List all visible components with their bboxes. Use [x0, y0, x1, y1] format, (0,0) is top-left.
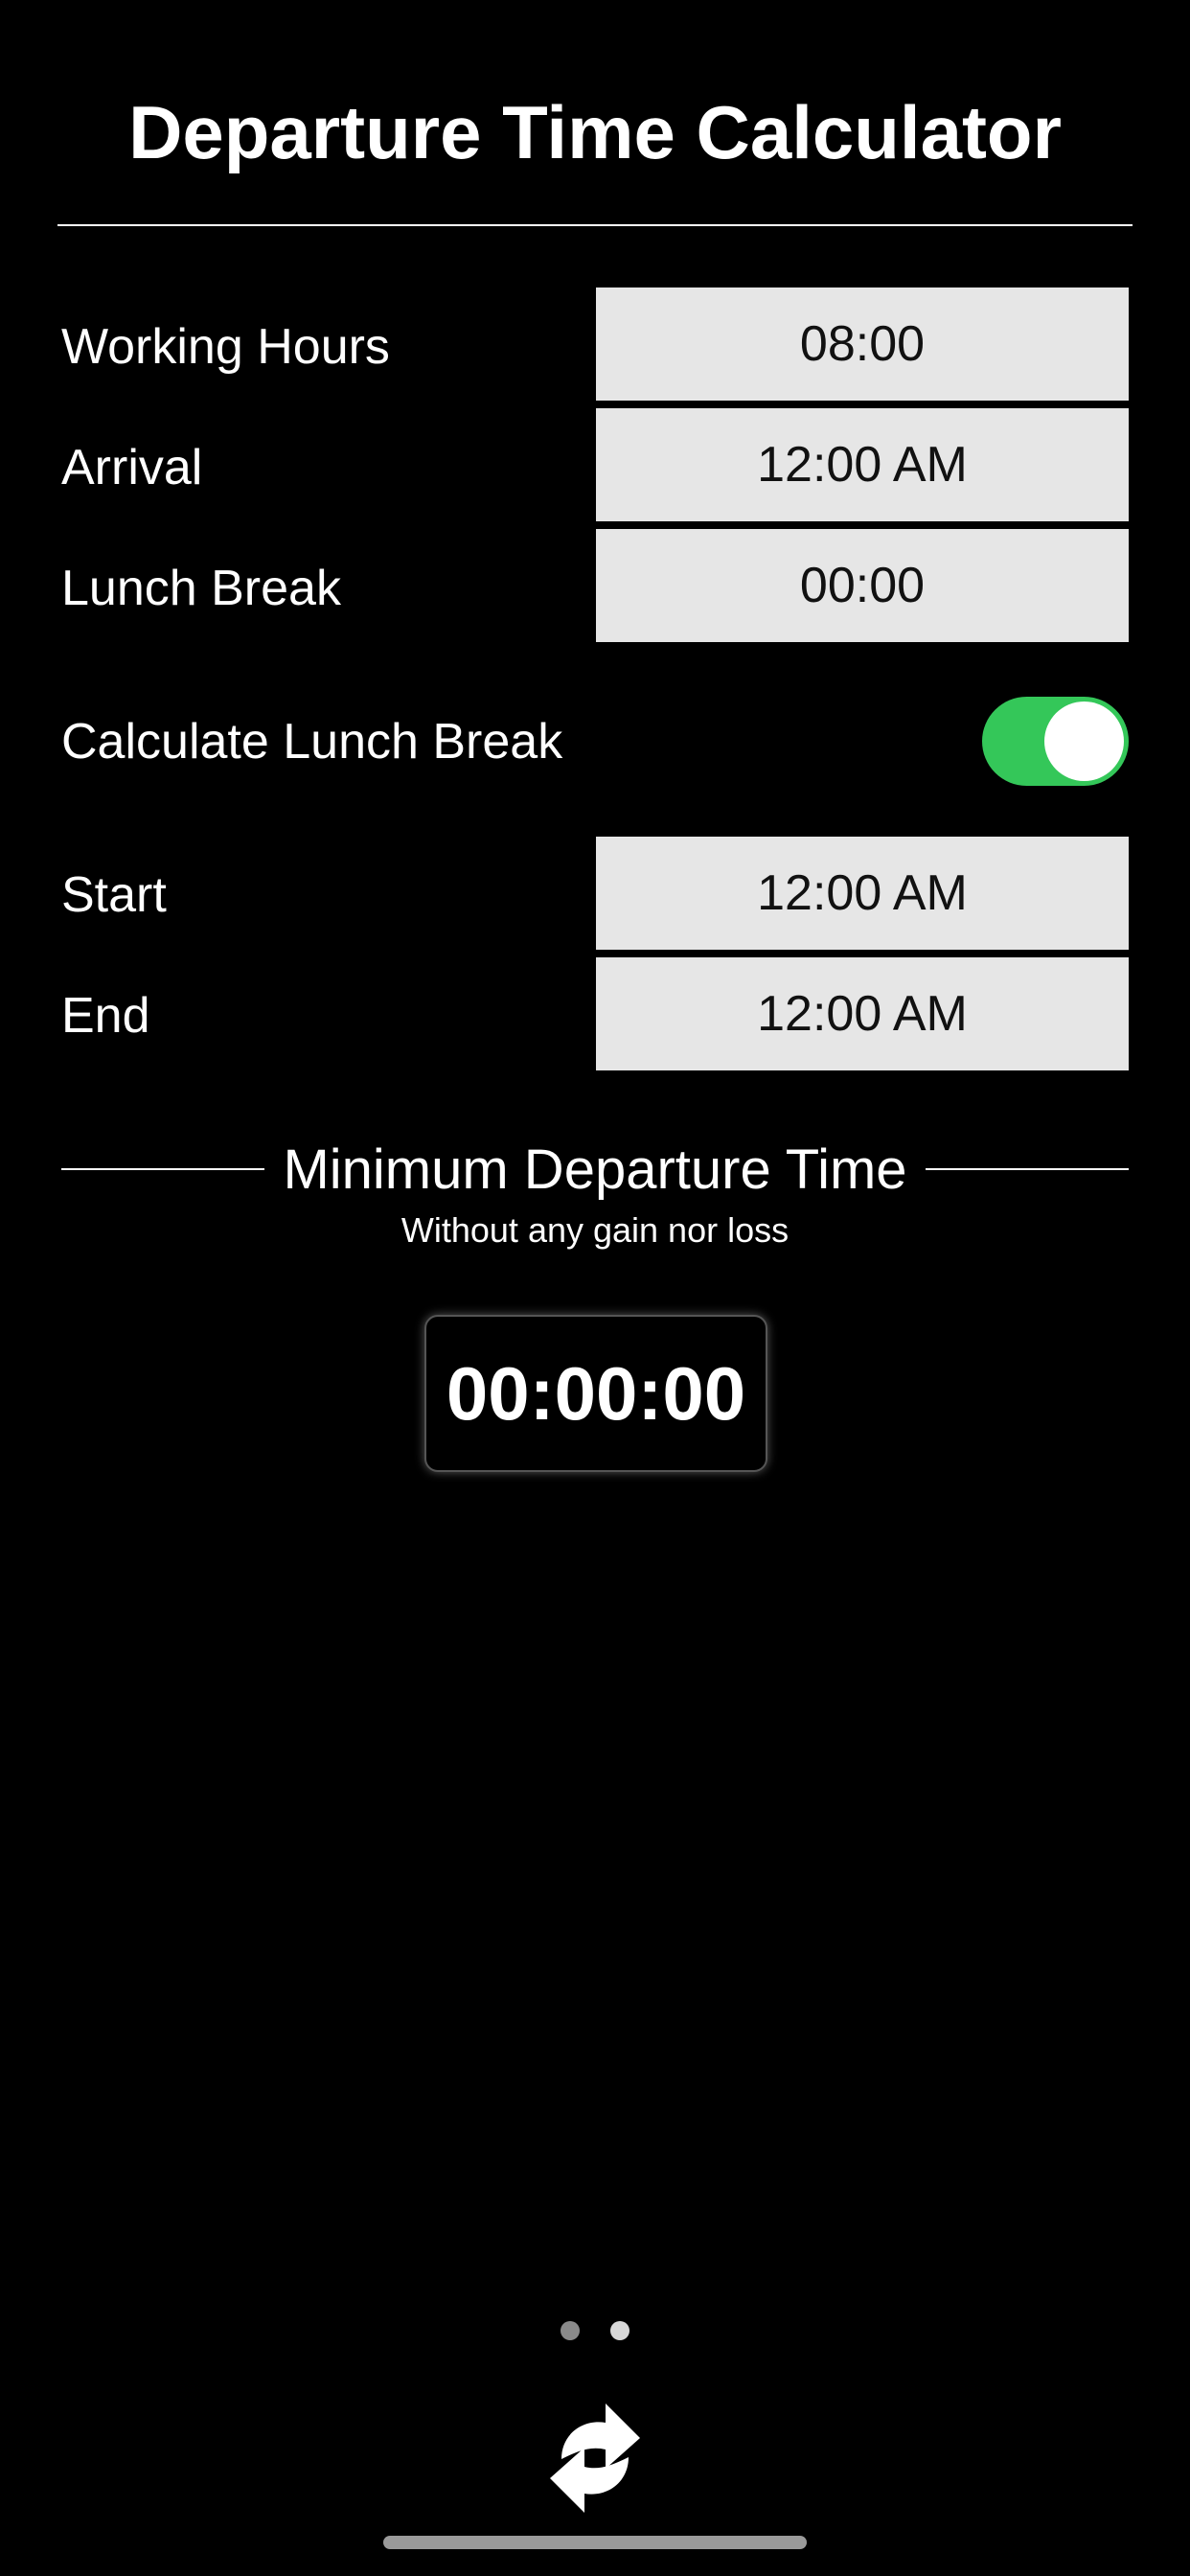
refresh-icon[interactable] — [544, 2396, 646, 2520]
working-hours-field[interactable]: 08:00 — [596, 288, 1129, 401]
page-indicator[interactable] — [0, 2321, 1190, 2345]
page-title: Departure Time Calculator — [128, 90, 1062, 174]
toggle-knob — [1044, 702, 1124, 781]
working-hours-label: Working Hours — [61, 319, 390, 375]
section-subtitle: Without any gain nor loss — [400, 1210, 790, 1250]
home-indicator — [383, 2536, 807, 2549]
start-field[interactable]: 12:00 AM — [596, 837, 1129, 950]
calculate-lunch-label: Calculate Lunch Break — [61, 714, 563, 770]
lunch-break-label: Lunch Break — [61, 561, 341, 616]
section-title: Minimum Departure Time — [283, 1138, 907, 1201]
calculate-lunch-toggle[interactable] — [982, 697, 1129, 786]
arrival-field[interactable]: 12:00 AM — [596, 408, 1129, 521]
end-label: End — [61, 988, 150, 1044]
lunch-break-field[interactable]: 00:00 — [596, 529, 1129, 642]
title-divider — [57, 224, 1133, 226]
page-dot-1[interactable] — [560, 2321, 580, 2340]
start-label: Start — [61, 867, 167, 923]
departure-time-display: 00:00:00 — [424, 1315, 767, 1472]
page-dot-2[interactable] — [610, 2321, 630, 2340]
end-field[interactable]: 12:00 AM — [596, 957, 1129, 1070]
arrival-label: Arrival — [61, 440, 203, 495]
